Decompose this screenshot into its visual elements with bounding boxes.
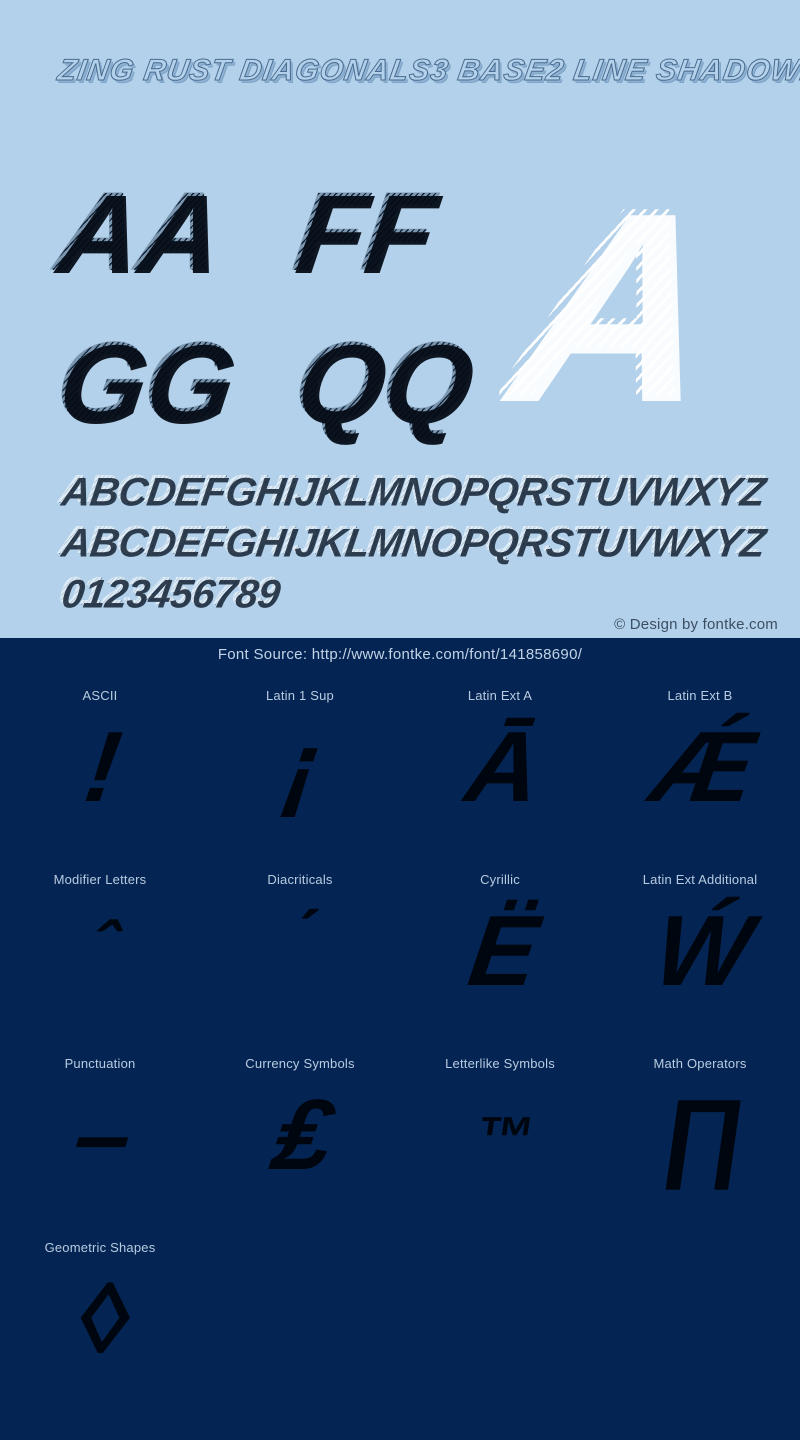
unicode-block-label: Math Operators xyxy=(653,1056,747,1071)
unicode-block-cell: Latin 1 Sup ¡ xyxy=(200,678,400,862)
unicode-block-glyph: ™ xyxy=(400,1101,600,1166)
unicode-block-label: Latin Ext B xyxy=(667,688,733,703)
unicode-block-glyph: ˆ xyxy=(0,905,200,985)
unicode-block-label: Geometric Shapes xyxy=(44,1240,156,1255)
unicode-block-cell: ASCII ! xyxy=(0,678,200,862)
page-title: ZING RUST DIAGONALS3 BASE2 LINE SHADOW1 xyxy=(55,54,800,88)
font-specimen-page: ZING RUST DIAGONALS3 BASE2 LINE SHADOW1 … xyxy=(0,0,800,1440)
alphabet-uppercase-row: ABCDEFGHIJKLMNOPQRSTUVWXYZ xyxy=(56,468,766,512)
unicode-block-label: Currency Symbols xyxy=(245,1056,355,1071)
unicode-block-label: Diacriticals xyxy=(267,872,333,887)
unicode-block-label: ASCII xyxy=(82,688,118,703)
unicode-block-cell: Latin Ext B Ǽ xyxy=(600,678,800,862)
unicode-block-glyph: Ẃ xyxy=(600,891,800,1003)
unicode-block-label: Latin Ext A xyxy=(467,688,533,703)
unicode-block-label: Punctuation xyxy=(64,1056,136,1071)
unicode-block-glyph: ∏ xyxy=(600,1075,800,1187)
unicode-block-cell: Modifier Letters ˆ xyxy=(0,862,200,1046)
unicode-block-label: Cyrillic xyxy=(480,872,520,887)
unicode-block-glyph: – xyxy=(0,1075,200,1187)
copyright-text: © Design by fontke.com xyxy=(614,616,778,633)
unicode-block-label: Letterlike Symbols xyxy=(445,1056,555,1071)
unicode-coverage-panel: Font Source: http://www.fontke.com/font/… xyxy=(0,638,800,1440)
unicode-block-cell: Letterlike Symbols ™ xyxy=(400,1046,600,1230)
unicode-block-label: Modifier Letters xyxy=(53,872,147,887)
sample-pair-qq: QQ xyxy=(287,319,480,444)
unicode-block-label: Latin 1 Sup xyxy=(266,688,334,703)
unicode-block-glyph: Ā xyxy=(400,707,600,819)
unicode-block-cell-empty xyxy=(200,1230,400,1414)
unicode-block-cell: Latin Ext A Ā xyxy=(400,678,600,862)
unicode-block-cell: Currency Symbols ₤ xyxy=(200,1046,400,1230)
font-source-link[interactable]: Font Source: http://www.fontke.com/font/… xyxy=(0,646,800,663)
unicode-block-cell: Math Operators ∏ xyxy=(600,1046,800,1230)
unicode-block-cell: Latin Ext Additional Ẃ xyxy=(600,862,800,1046)
unicode-block-glyph: ́ xyxy=(200,905,400,985)
unicode-block-cell-empty xyxy=(600,1230,800,1414)
unicode-block-glyph: ¡ xyxy=(200,707,400,819)
unicode-block-cell-empty xyxy=(400,1230,600,1414)
unicode-block-glyph: ◊ xyxy=(0,1259,200,1371)
digits-row: 0123456789 xyxy=(56,570,281,614)
unicode-block-grid: ASCII ! Latin 1 Sup ¡ Latin Ext A Ā Lati… xyxy=(0,678,800,1414)
unicode-block-glyph: ! xyxy=(0,707,200,819)
sample-pair-ff: FF xyxy=(287,169,442,294)
unicode-block-cell: Diacriticals ́ xyxy=(200,862,400,1046)
unicode-block-glyph: Ё xyxy=(400,891,600,1003)
unicode-block-cell: Geometric Shapes ◊ xyxy=(0,1230,200,1414)
alphabet-lowercase-row: ABCDEFGHIJKLMNOPQRSTUVWXYZ xyxy=(56,519,766,563)
unicode-block-cell: Punctuation – xyxy=(0,1046,200,1230)
unicode-block-glyph: Ǽ xyxy=(600,707,800,819)
sample-pair-aa: AA xyxy=(49,169,229,294)
unicode-block-glyph: ₤ xyxy=(200,1075,400,1187)
showcase-letter: A xyxy=(490,152,729,453)
unicode-block-cell: Cyrillic Ё xyxy=(400,862,600,1046)
sample-pair-gg: GG xyxy=(49,319,242,444)
font-preview-panel: ZING RUST DIAGONALS3 BASE2 LINE SHADOW1 … xyxy=(0,0,800,638)
unicode-block-label: Latin Ext Additional xyxy=(642,872,758,887)
